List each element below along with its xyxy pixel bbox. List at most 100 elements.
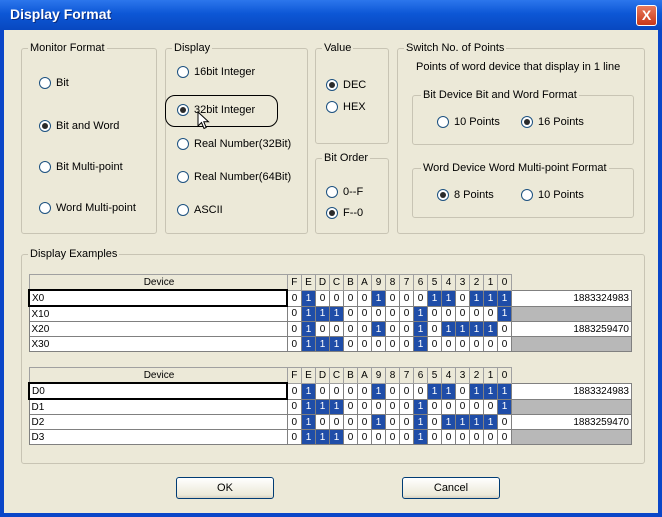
bit-cell: 1: [427, 382, 442, 400]
bit-column-header: B: [343, 274, 358, 291]
display-option-real64[interactable]: Real Number(64Bit): [177, 171, 291, 183]
radio-button[interactable]: [437, 116, 449, 128]
bit-word-option-10-points[interactable]: 10 Points: [437, 116, 500, 128]
bit-cell: 0: [357, 398, 372, 415]
radio-button[interactable]: [326, 101, 338, 113]
bit-column-header: D: [315, 367, 330, 384]
table-row[interactable]: X20 0 1 0 0 0 0 1 0 0 1 0 1 1 1 1 0 1883259470: [28, 321, 632, 337]
radio-button[interactable]: [39, 120, 51, 132]
device-cell[interactable]: D0: [28, 382, 288, 400]
option-label: HEX: [343, 101, 366, 113]
bit-cell: 1: [413, 429, 428, 445]
option-label: Bit Multi-point: [56, 161, 123, 173]
radio-button[interactable]: [177, 66, 189, 78]
bit-cell: 0: [357, 336, 372, 352]
device-column-header: Device: [28, 274, 288, 291]
bit-order-option-0-f[interactable]: 0--F: [326, 186, 363, 198]
bit-cell: 0: [399, 336, 414, 352]
monitor-format-option-word-multi-point[interactable]: Word Multi-point: [39, 202, 136, 214]
bit-column-header: 7: [399, 367, 414, 384]
value-option-dec[interactable]: DEC: [326, 79, 366, 91]
bit-cell: 0: [315, 321, 330, 337]
radio-button[interactable]: [326, 79, 338, 91]
bit-order-legend: Bit Order: [322, 152, 371, 164]
word-multi-option-10-points[interactable]: 10 Points: [521, 189, 584, 201]
radio-button[interactable]: [521, 189, 533, 201]
bit-cell: 1: [413, 398, 428, 415]
value-group: Value DEC HEX: [315, 42, 389, 144]
device-cell[interactable]: D2: [28, 414, 288, 430]
bit-cell: 1: [315, 336, 330, 352]
table-row[interactable]: D3 0 1 1 1 0 0 0 0 0 1 0 0 0 0 0 0: [28, 429, 632, 445]
bit-cell: 0: [343, 429, 358, 445]
radio-button[interactable]: [326, 207, 338, 219]
radio-button[interactable]: [521, 116, 533, 128]
device-cell[interactable]: X30: [28, 336, 288, 352]
device-cell[interactable]: X10: [28, 305, 288, 322]
bit-cell: 1: [301, 414, 316, 430]
table-row[interactable]: X0 0 1 0 0 0 0 1 0 0 0 1 1 0 1 1 1 1883324983: [28, 289, 632, 307]
cancel-button[interactable]: Cancel: [402, 477, 500, 499]
radio-button[interactable]: [177, 204, 189, 216]
bit-column-header: 2: [469, 367, 484, 384]
display-option-ascii[interactable]: ASCII: [177, 204, 223, 216]
bit-order-option-f-0[interactable]: F--0: [326, 207, 363, 219]
radio-button[interactable]: [39, 77, 51, 89]
ok-button[interactable]: OK: [176, 477, 274, 499]
bit-cell: 1: [441, 289, 456, 307]
monitor-format-option-bit-multi-point[interactable]: Bit Multi-point: [39, 161, 123, 173]
bit-cell: 0: [286, 305, 302, 322]
bit-cell: 0: [343, 414, 358, 430]
value-option-hex[interactable]: HEX: [326, 101, 366, 113]
monitor-format-option-bit-and-word[interactable]: Bit and Word: [39, 120, 119, 132]
table-row[interactable]: D2 0 1 0 0 0 0 1 0 0 1 0 1 1 1 1 0 1883259470: [28, 414, 632, 430]
radio-button[interactable]: [177, 138, 189, 150]
device-cell[interactable]: D1: [28, 398, 288, 415]
table-row[interactable]: D0 0 1 0 0 0 0 1 0 0 0 1 1 0 1 1 1 1883324983: [28, 382, 632, 400]
bit-word-format-group: Bit Device Bit and Word Format 10 Points…: [412, 89, 634, 145]
bit-column-header: 0: [497, 367, 512, 384]
radio-button[interactable]: [326, 186, 338, 198]
word-multi-option-8-points[interactable]: 8 Points: [437, 189, 494, 201]
bit-cell: 0: [286, 398, 302, 415]
bit-column-header: 1: [483, 274, 498, 291]
selection-highlight-oval: [165, 95, 278, 127]
bit-word-option-16-points[interactable]: 16 Points: [521, 116, 584, 128]
display-examples-legend: Display Examples: [28, 248, 120, 260]
device-cell[interactable]: X20: [28, 321, 288, 337]
bit-column-header: B: [343, 367, 358, 384]
table-row[interactable]: X10 0 1 1 1 0 0 0 0 0 1 0 0 0 0 0 1: [28, 305, 632, 322]
bit-cell: 0: [343, 289, 358, 307]
display-option-16bit[interactable]: 16bit Integer: [177, 66, 255, 78]
bit-column-header: E: [301, 274, 316, 291]
radio-button[interactable]: [39, 161, 51, 173]
bit-cell: 0: [427, 336, 442, 352]
monitor-format-option-bit[interactable]: Bit: [39, 77, 69, 89]
option-label: F--0: [343, 207, 364, 219]
switch-points-legend: Switch No. of Points: [404, 42, 507, 54]
bit-cell: 0: [455, 305, 470, 322]
close-button[interactable]: X: [636, 5, 657, 26]
radio-button[interactable]: [177, 171, 189, 183]
title-bar[interactable]: Display Format X: [0, 0, 662, 30]
radio-button[interactable]: [437, 189, 449, 201]
bit-column-header: 8: [385, 274, 400, 291]
bit-cell: 0: [455, 398, 470, 415]
bit-cell: 0: [385, 336, 400, 352]
option-label: Real Number(32Bit): [194, 138, 292, 150]
bit-cell: 0: [455, 336, 470, 352]
bit-cell: 0: [441, 398, 456, 415]
table-row[interactable]: D1 0 1 1 1 0 0 0 0 0 1 0 0 0 0 0 1: [28, 398, 632, 415]
table-row[interactable]: X30 0 1 1 1 0 0 0 0 0 1 0 0 0 0 0 0: [28, 336, 632, 352]
radio-button[interactable]: [39, 202, 51, 214]
example-table-1: Device F E D C B A 9 8 7 6 5 4 3 2 1 0 X0 0 1 0 0 0 0 1 0 0 0 1 1 0 1 1 1…: [28, 274, 632, 352]
display-option-real32[interactable]: Real Number(32Bit): [177, 138, 291, 150]
bit-cell: 1: [441, 321, 456, 337]
bit-cell: 0: [371, 398, 386, 415]
bit-cell: 1: [301, 336, 316, 352]
device-cell[interactable]: D3: [28, 429, 288, 445]
bit-cell: 0: [413, 289, 428, 307]
bit-column-header: 4: [441, 367, 456, 384]
monitor-format-group: Monitor Format Bit Bit and Word Bit Mult…: [21, 42, 157, 234]
device-cell[interactable]: X0: [28, 289, 288, 307]
